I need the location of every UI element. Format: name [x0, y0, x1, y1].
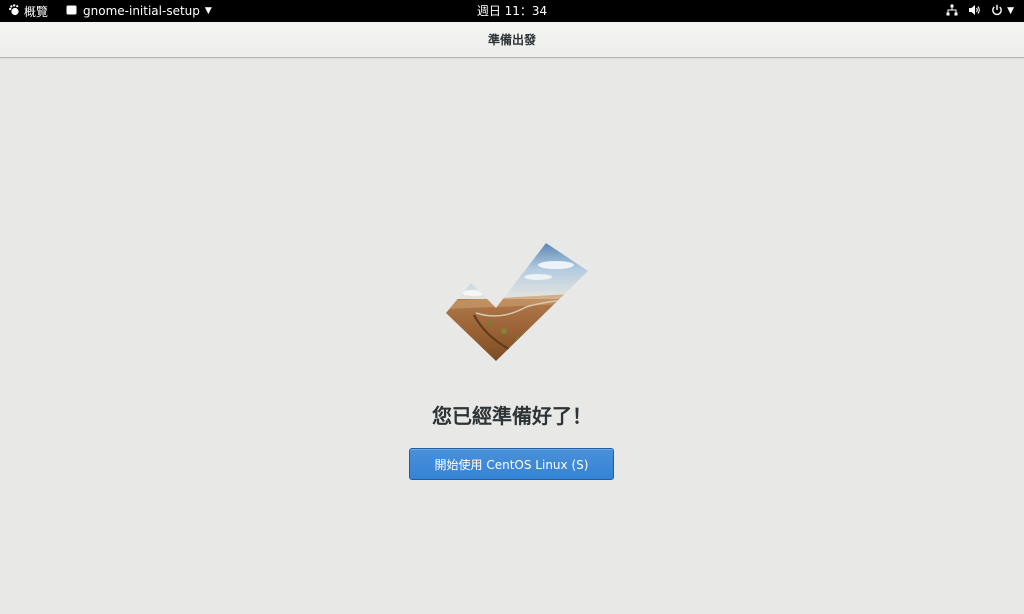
chevron-down-icon: ▼ — [1007, 6, 1014, 16]
main-content: 您已經準備好了！ 開始使用 CentOS Linux (S) — [0, 58, 1024, 614]
app-menu[interactable]: gnome-initial-setup ▼ — [66, 0, 212, 22]
clock-label[interactable]: 週日 11：34 — [477, 4, 547, 18]
chevron-down-icon: ▼ — [204, 6, 212, 16]
volume-icon — [968, 4, 981, 19]
activities-button[interactable]: 概覽 — [0, 0, 56, 22]
checkmark-icon — [446, 243, 588, 361]
ready-heading: 您已經準備好了！ — [432, 404, 592, 428]
gnome-foot-icon — [8, 3, 20, 19]
app-menu-label: gnome-initial-setup — [83, 4, 200, 18]
top-bar: 概覽 gnome-initial-setup ▼ 週日 11：34 ▼ — [0, 0, 1024, 22]
start-using-button[interactable]: 開始使用 CentOS Linux (S) — [409, 448, 614, 480]
network-wired-icon — [946, 4, 958, 19]
header-bar: 準備出發 — [0, 22, 1024, 58]
activities-label: 概覽 — [24, 4, 49, 19]
power-icon — [991, 4, 1003, 19]
window-title: 準備出發 — [487, 33, 536, 47]
window-icon — [66, 4, 77, 18]
system-status-menu[interactable]: ▼ — [946, 0, 1014, 22]
